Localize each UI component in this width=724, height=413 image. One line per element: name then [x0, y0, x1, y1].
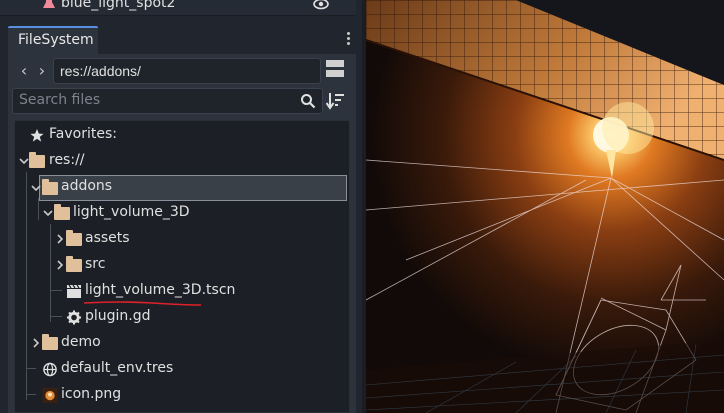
folder-icon — [54, 204, 70, 221]
tree-item-env-file[interactable]: default_env.tres — [15, 357, 351, 383]
search-icon — [301, 94, 316, 109]
search-input[interactable]: Search files — [12, 88, 323, 114]
tree-item-favorites[interactable]: Favorites: — [15, 123, 351, 149]
tree-item-label: src — [85, 256, 106, 272]
scene-item-label: blue_light_spot2 — [61, 0, 176, 11]
tree-item-demo[interactable]: demo — [15, 331, 351, 357]
folder-icon — [42, 179, 58, 196]
tree-item-addons[interactable]: addons — [31, 175, 347, 201]
tree-item-label: icon.png — [61, 386, 122, 402]
folder-icon — [29, 152, 45, 169]
gear-icon — [66, 310, 82, 325]
tree-item-light-volume-3d[interactable]: light_volume_3D — [15, 201, 351, 227]
chevron-left-icon[interactable]: ‹ — [17, 62, 31, 80]
tree-item-plugin-file[interactable]: plugin.gd — [15, 305, 351, 331]
tree-item-icon-file[interactable]: icon.png — [15, 383, 351, 409]
tab-filesystem-label: FileSystem — [18, 32, 94, 48]
tree-item-label: plugin.gd — [85, 308, 151, 324]
sort-icon[interactable] — [326, 90, 346, 112]
chevron-down-icon[interactable] — [42, 207, 54, 219]
chevron-down-icon[interactable] — [30, 182, 42, 194]
file-tree: Favorites: res:// addons light_volume_3D… — [14, 120, 350, 413]
viewport-render — [366, 0, 724, 413]
scene-tree-item[interactable]: blue_light_spot2 — [0, 0, 356, 16]
chevron-right-icon[interactable]: › — [35, 62, 49, 80]
3d-viewport[interactable] — [366, 0, 724, 413]
tree-item-label: res:// — [49, 152, 85, 168]
chevron-right-icon[interactable] — [54, 233, 66, 245]
folder-icon — [66, 256, 82, 273]
tree-item-label: assets — [85, 230, 130, 246]
tree-item-label: demo — [61, 334, 101, 350]
spotlight-icon — [43, 0, 55, 8]
chevron-right-icon[interactable] — [30, 337, 42, 349]
chevron-right-icon[interactable] — [54, 259, 66, 271]
star-icon — [30, 128, 44, 142]
image-thumbnail-icon — [42, 388, 58, 403]
tree-item-src[interactable]: src — [15, 253, 351, 279]
kebab-menu-icon[interactable] — [342, 30, 354, 48]
tree-item-label: light_volume_3D.tscn — [85, 282, 236, 298]
eye-icon[interactable] — [313, 0, 329, 11]
folder-icon — [42, 334, 58, 351]
tree-item-assets[interactable]: assets — [15, 227, 351, 253]
folder-icon — [66, 230, 82, 247]
split-layout-icon[interactable] — [326, 60, 346, 82]
clapperboard-icon — [67, 284, 81, 298]
tree-item-label: Favorites: — [49, 126, 117, 142]
tree-item-label: default_env.tres — [61, 360, 174, 376]
tree-item-scene-file[interactable]: light_volume_3D.tscn — [15, 279, 351, 306]
tab-filesystem[interactable]: FileSystem — [8, 26, 98, 54]
filesystem-tabbar: FileSystem — [8, 24, 356, 54]
search-placeholder: Search files — [19, 92, 101, 108]
globe-icon — [43, 362, 57, 377]
tree-item-res-root[interactable]: res:// — [15, 149, 351, 175]
tree-item-label: addons — [61, 178, 113, 194]
tree-item-label: light_volume_3D — [73, 204, 190, 220]
path-input[interactable] — [53, 58, 321, 84]
